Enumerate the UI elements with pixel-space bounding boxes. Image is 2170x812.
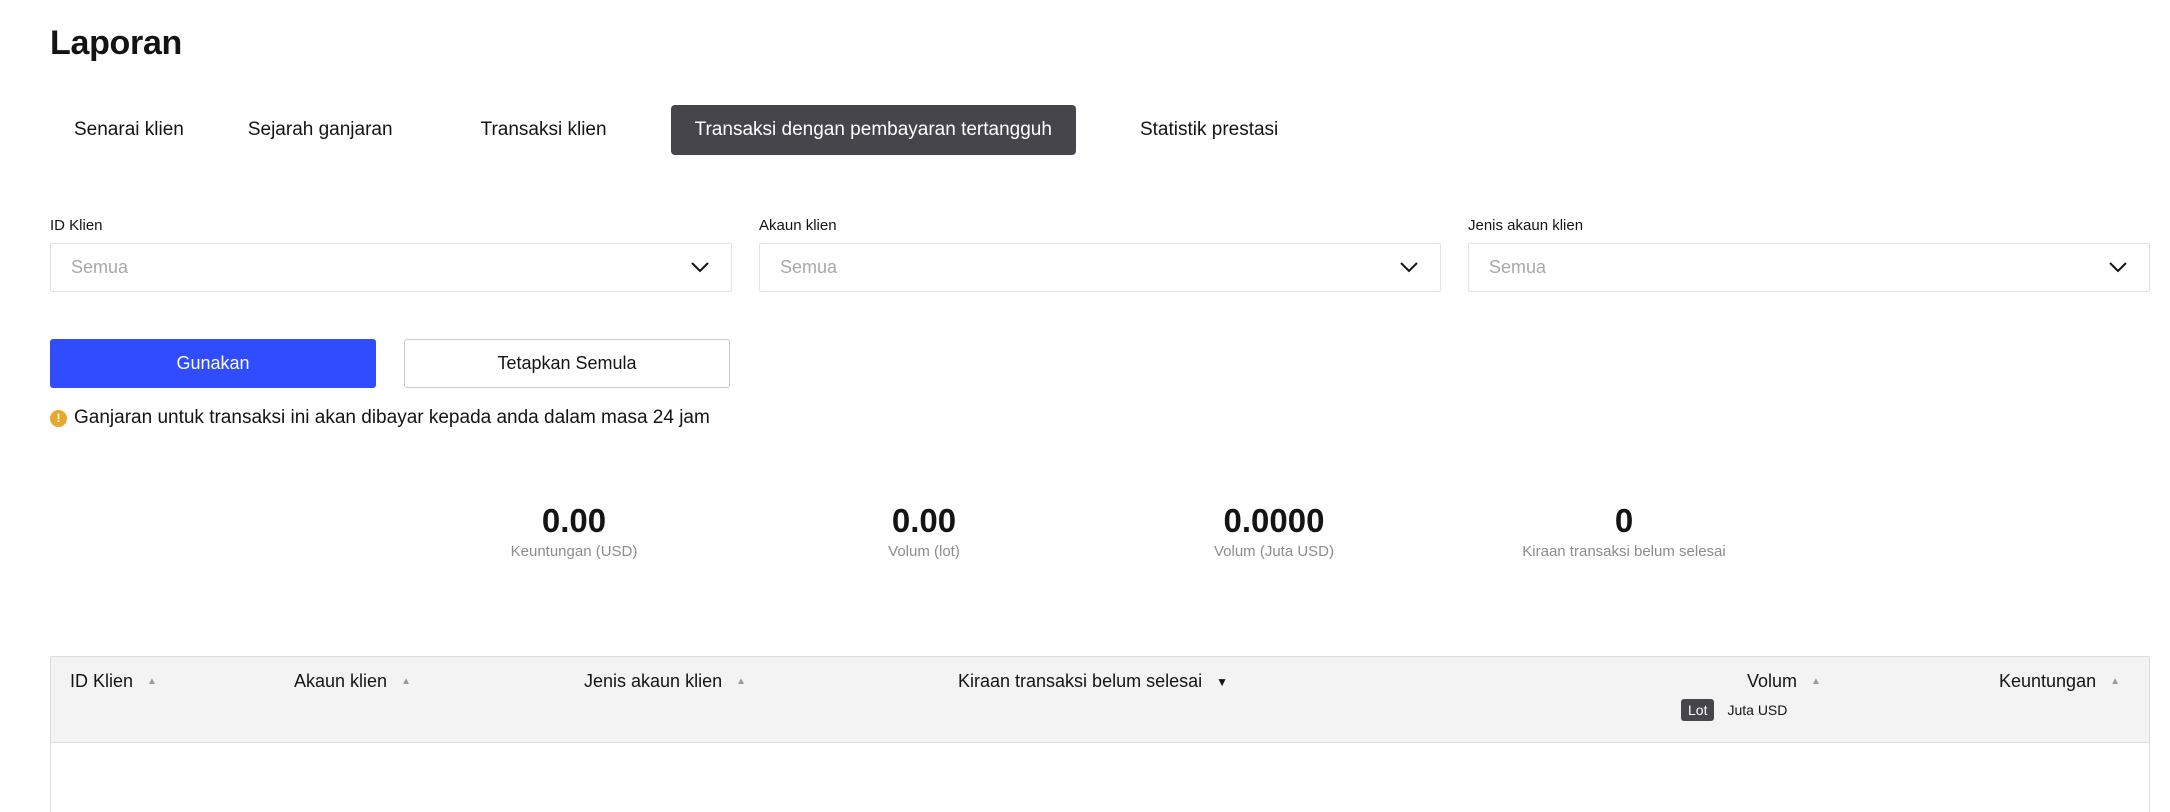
column-label: Akaun klien [294, 671, 388, 691]
column-pending-count[interactable]: Kiraan transaksi belum selesai ▼ [958, 671, 1228, 692]
column-client-account[interactable]: Akaun klien ▲ [294, 671, 411, 692]
client-account-value: Semua [780, 257, 838, 277]
column-label: Jenis akaun klien [584, 671, 723, 691]
payout-notice: ! Ganjaran untuk transaksi ini akan diba… [50, 407, 710, 429]
client-account-label: Akaun klien [759, 217, 837, 234]
tab-pending-transactions[interactable]: Transaksi dengan pembayaran tertangguh [670, 105, 1076, 155]
account-type-select[interactable]: Semua [1468, 243, 2150, 292]
chevron-down-icon [689, 257, 711, 279]
account-type-filter: Jenis akaun klien Semua [1468, 216, 2150, 292]
unit-lot-toggle[interactable]: Lot [1681, 699, 1715, 721]
sort-asc-icon: ▲ [401, 676, 411, 687]
reset-button[interactable]: Tetapkan Semula [404, 339, 730, 388]
pending-transactions-table: ID Klien ▲ Akaun klien ▲ Jenis akaun kli… [50, 656, 2150, 812]
tab-reward-history[interactable]: Sejarah ganjaran [224, 105, 417, 155]
column-label: Volum [1747, 671, 1798, 691]
volume-unit-toggle: Lot Juta USD [1681, 699, 1794, 721]
apply-button[interactable]: Gunakan [50, 339, 376, 388]
stat-pending-count: 0 Kiraan transaksi belum selesai [1474, 500, 1774, 560]
column-volume[interactable]: Volum ▲ [1747, 671, 1821, 692]
stat-volume-lot: 0.00 Volum (lot) [774, 500, 1074, 560]
client-id-filter: ID Klien Semua [50, 216, 732, 292]
sort-desc-icon: ▼ [1216, 674, 1229, 689]
page-title: Laporan [50, 24, 183, 62]
column-client-id[interactable]: ID Klien ▲ [70, 671, 157, 692]
stat-profit: 0.00 Keuntungan (USD) [424, 500, 724, 560]
tab-client-list[interactable]: Senarai klien [50, 105, 208, 155]
info-icon: ! [50, 409, 67, 427]
notice-text: Ganjaran untuk transaksi ini akan dibaya… [74, 407, 710, 428]
stat-value: 0 [1614, 502, 1634, 539]
sort-asc-icon: ▲ [736, 676, 746, 687]
column-profit[interactable]: Keuntungan ▲ [1999, 671, 2120, 692]
stat-label: Volum (Juta USD) [1213, 543, 1335, 560]
report-tabs: Senarai klien Sejarah ganjaran Transaksi… [50, 105, 1302, 155]
chevron-down-icon [2107, 257, 2129, 279]
client-id-value: Semua [71, 257, 129, 277]
tab-client-transactions[interactable]: Transaksi klien [457, 105, 631, 155]
stat-label: Volum (lot) [888, 543, 960, 560]
column-account-type[interactable]: Jenis akaun klien ▲ [584, 671, 746, 692]
table-header: ID Klien ▲ Akaun klien ▲ Jenis akaun kli… [51, 657, 2149, 743]
stat-label: Keuntungan (USD) [510, 543, 638, 560]
stat-value: 0.00 [541, 502, 607, 539]
chevron-down-icon [1398, 257, 1420, 279]
sort-asc-icon: ▲ [1811, 676, 1821, 687]
sort-asc-icon: ▲ [147, 676, 157, 687]
column-label: Keuntungan [1999, 671, 2097, 691]
stat-value: 0.00 [891, 502, 957, 539]
account-type-label: Jenis akaun klien [1468, 217, 1584, 234]
summary-stats: 0.00 Keuntungan (USD) 0.00 Volum (lot) 0… [0, 500, 2170, 570]
sort-asc-icon: ▲ [2110, 676, 2120, 687]
stat-volume-million-usd: 0.0000 Volum (Juta USD) [1124, 500, 1424, 560]
column-label: ID Klien [70, 671, 134, 691]
column-label: Kiraan transaksi belum selesai [958, 671, 1203, 691]
stat-label: Kiraan transaksi belum selesai [1522, 543, 1726, 560]
client-account-select[interactable]: Semua [759, 243, 1441, 292]
tab-performance-stats[interactable]: Statistik prestasi [1116, 105, 1302, 155]
client-account-filter: Akaun klien Semua [759, 216, 1441, 292]
client-id-select[interactable]: Semua [50, 243, 732, 292]
stat-value: 0.0000 [1223, 502, 1325, 539]
unit-million-usd-toggle[interactable]: Juta USD [1720, 699, 1794, 721]
account-type-value: Semua [1489, 257, 1547, 277]
client-id-label: ID Klien [50, 217, 103, 234]
